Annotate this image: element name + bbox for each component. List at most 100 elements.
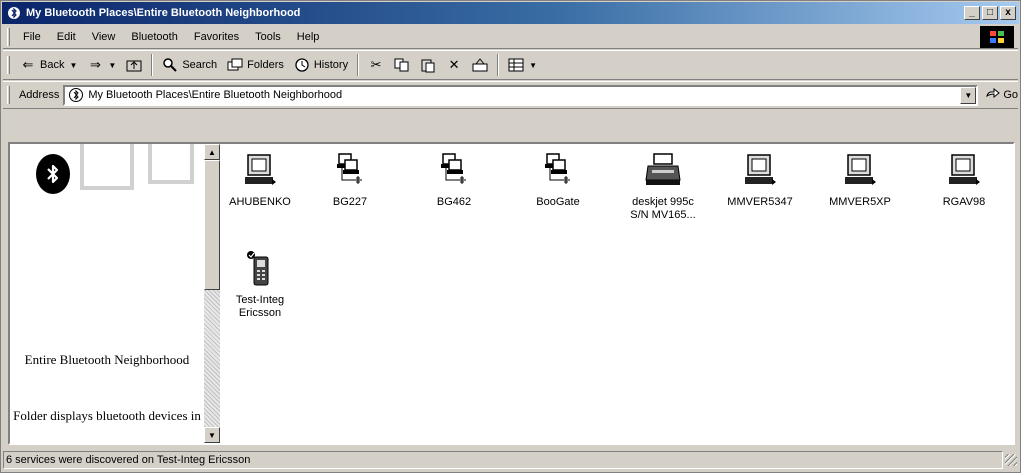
device-label: BooGate <box>536 196 580 208</box>
device-item-bg462[interactable]: BG462 <box>415 150 493 209</box>
back-dropdown-icon[interactable]: ▼ <box>69 61 77 70</box>
device-label: RGAV98 <box>942 196 986 208</box>
properties-button[interactable] <box>467 55 493 75</box>
menu-bluetooth[interactable]: Bluetooth <box>123 29 185 45</box>
device-item-mmver5xp[interactable]: MMVER5XP <box>821 150 899 209</box>
device-item-rgav98[interactable]: RGAV98 <box>925 150 1003 209</box>
bluetooth-app-icon[interactable] <box>6 5 22 21</box>
up-folder-button[interactable] <box>121 55 147 75</box>
menu-view[interactable]: View <box>84 29 124 45</box>
address-grip[interactable] <box>7 86 10 104</box>
address-dropdown-button[interactable]: ▼ <box>960 86 977 104</box>
history-icon <box>294 57 310 73</box>
forward-button[interactable]: ⇒ ▼ <box>82 55 121 75</box>
delete-button[interactable]: ✕ <box>441 55 467 75</box>
bluetooth-globe-icon <box>67 87 85 103</box>
cut-button[interactable]: ✂ <box>363 55 389 75</box>
device-item-bg227[interactable]: BG227 <box>311 150 389 209</box>
device-label: deskjet 995c S/N MV165... <box>630 196 696 221</box>
up-folder-icon <box>126 57 142 73</box>
back-label: Back <box>40 59 65 71</box>
views-dropdown-icon[interactable]: ▼ <box>529 61 537 70</box>
paste-icon <box>420 57 436 73</box>
device-item-deskjet[interactable]: deskjet 995c S/N MV165... <box>619 150 707 222</box>
menu-edit[interactable]: Edit <box>49 29 84 45</box>
scroll-down-button[interactable]: ▼ <box>204 427 220 443</box>
scroll-thumb[interactable] <box>204 160 220 290</box>
decorative-frame <box>148 144 194 184</box>
back-button[interactable]: ⇐ Back ▼ <box>15 55 82 75</box>
copy-button[interactable] <box>389 55 415 75</box>
device-item-boogate[interactable]: BooGate <box>519 150 597 209</box>
address-bar: Address My Bluetooth Places\Entire Bluet… <box>3 81 1018 109</box>
printer-icon <box>643 150 683 190</box>
menu-tools[interactable]: Tools <box>247 29 289 45</box>
go-button[interactable]: Go <box>985 87 1018 103</box>
title-bar[interactable]: My Bluetooth Places\Entire Bluetooth Nei… <box>2 2 1019 24</box>
pane-description: Folder displays bluetooth devices in <box>13 408 201 423</box>
decorative-frame <box>80 144 134 190</box>
device-label: Test-Integ Ericsson <box>235 294 285 319</box>
search-label: Search <box>182 59 218 71</box>
bluetooth-logo-icon <box>36 154 70 194</box>
forward-dropdown-icon[interactable]: ▼ <box>108 61 116 70</box>
windows-logo-icon <box>980 26 1014 48</box>
status-text: 6 services were discovered on Test-Integ… <box>3 451 1003 469</box>
menu-favorites[interactable]: Favorites <box>186 29 247 45</box>
views-button[interactable]: ▼ <box>503 55 542 75</box>
search-button[interactable]: Search <box>157 55 222 75</box>
address-input[interactable]: My Bluetooth Places\Entire Bluetooth Nei… <box>63 84 979 106</box>
device-label: BG462 <box>436 196 472 208</box>
toolbar-separator <box>497 54 500 76</box>
resize-grip[interactable] <box>1005 454 1017 466</box>
folders-label: Folders <box>247 59 284 71</box>
toolbar-separator <box>151 54 154 76</box>
status-bar: 6 services were discovered on Test-Integ… <box>3 450 1018 470</box>
search-icon <box>162 57 178 73</box>
address-text: My Bluetooth Places\Entire Bluetooth Nei… <box>88 89 343 101</box>
web-view-pane: Entire Bluetooth Neighborhood Folder dis… <box>10 144 204 443</box>
computer-icon <box>740 150 780 190</box>
minimize-button[interactable]: _ <box>964 6 980 20</box>
maximize-button[interactable]: □ <box>982 6 998 20</box>
toolbar-separator <box>357 54 360 76</box>
network-icon <box>538 150 578 190</box>
properties-icon <box>472 57 488 73</box>
delete-x-icon: ✕ <box>448 57 460 72</box>
device-item-mmver5347[interactable]: MMVER5347 <box>721 150 799 209</box>
forward-arrow-icon: ⇒ <box>89 57 101 72</box>
device-item-test-integ-ericsson[interactable]: Test-Integ Ericsson <box>221 248 299 320</box>
folder-view: Entire Bluetooth Neighborhood Folder dis… <box>8 142 1015 445</box>
explorer-window: My Bluetooth Places\Entire Bluetooth Nei… <box>0 0 1021 473</box>
close-button[interactable]: x <box>1000 6 1016 20</box>
phone-icon <box>240 248 280 288</box>
device-item-ahubenko[interactable]: AHUBENKO <box>221 150 299 209</box>
standard-toolbar: ⇐ Back ▼ ⇒ ▼ Search Folders History ✂ ✕ … <box>3 50 1018 80</box>
copy-icon <box>394 57 410 73</box>
device-label: BG227 <box>332 196 368 208</box>
menu-grip[interactable] <box>7 27 10 46</box>
go-label: Go <box>1003 89 1018 101</box>
toolbar-grip[interactable] <box>7 56 10 74</box>
scissors-icon: ✂ <box>370 57 382 72</box>
address-label: Address <box>18 89 60 101</box>
menu-help[interactable]: Help <box>289 29 328 45</box>
back-arrow-icon: ⇐ <box>22 57 34 72</box>
menu-bar: File Edit View Bluetooth Favorites Tools… <box>3 25 1018 49</box>
vertical-scrollbar[interactable]: ▲ ▼ <box>204 144 220 443</box>
computer-icon <box>944 150 984 190</box>
window-title: My Bluetooth Places\Entire Bluetooth Nei… <box>26 7 301 19</box>
history-label: History <box>313 59 349 71</box>
computer-icon <box>240 150 280 190</box>
network-icon <box>434 150 474 190</box>
views-icon <box>508 57 524 73</box>
device-label: AHUBENKO <box>229 196 291 208</box>
folders-button[interactable]: Folders <box>222 55 289 75</box>
history-button[interactable]: History <box>289 55 353 75</box>
go-arrow-icon <box>985 87 1001 103</box>
paste-button[interactable] <box>415 55 441 75</box>
computer-icon <box>840 150 880 190</box>
device-label: MMVER5XP <box>829 196 891 208</box>
scroll-up-button[interactable]: ▲ <box>204 144 220 160</box>
menu-file[interactable]: File <box>15 29 49 45</box>
